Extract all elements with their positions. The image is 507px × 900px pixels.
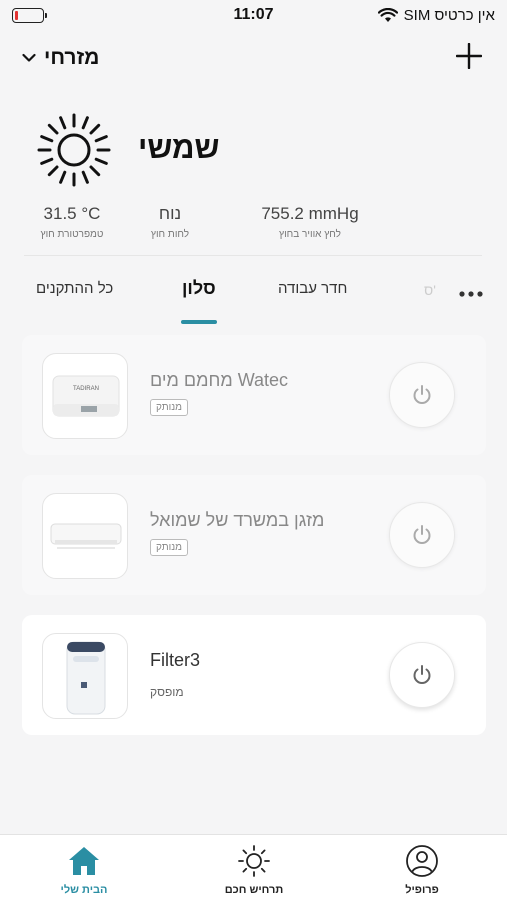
status-bar: 11:07 אין כרטיס SIM — [0, 0, 507, 30]
brand-label: TADIRAN — [73, 386, 99, 392]
nav-icon-wrap — [34, 843, 134, 879]
stat-label: לחץ אוויר בחוץ — [279, 229, 341, 240]
stat-label: טמפרטורת חוץ — [40, 229, 104, 240]
device-card-filter3[interactable]: Filter3 מופסק — [22, 615, 486, 735]
nav-icon-wrap — [204, 843, 304, 879]
device-status-badge: מנותק — [150, 539, 188, 556]
device-thumbnail: TADIRAN — [42, 353, 128, 439]
weather-panel: שמשי — [0, 110, 507, 200]
carrier-label: אין כרטיס SIM — [403, 6, 495, 24]
home-icon — [69, 847, 99, 875]
add-device-button[interactable] — [451, 41, 487, 75]
power-button[interactable] — [389, 362, 455, 428]
air-purifier-image — [66, 641, 106, 715]
profile-icon — [406, 845, 438, 877]
tab-study[interactable]: חדר עבודה — [278, 280, 347, 297]
sun-icon — [37, 113, 111, 187]
more-tabs-button[interactable] — [458, 278, 484, 304]
power-button[interactable] — [389, 642, 455, 708]
wifi-icon — [377, 7, 398, 22]
chevron-down-icon — [22, 53, 36, 62]
active-tab-indicator — [181, 320, 217, 324]
stat-value: נוח — [158, 204, 182, 223]
water-heater-image: TADIRAN — [52, 375, 120, 417]
device-status-badge: מנותק — [150, 399, 188, 416]
air-conditioner-image — [50, 523, 122, 549]
stat-humidity: נוח לחות חוץ — [138, 204, 202, 240]
stat-value: 755.2 mmHg — [261, 204, 359, 223]
nav-icon-wrap — [372, 843, 472, 879]
power-icon — [413, 385, 431, 404]
status-left — [12, 7, 162, 23]
stat-pressure: 755.2 mmHg לחץ אוויר בחוץ — [244, 204, 376, 240]
home-selector[interactable]: מזרחי — [22, 46, 99, 70]
power-icon — [413, 665, 431, 684]
device-name: Filter3 — [150, 650, 201, 670]
device-card-air-conditioner[interactable]: מזגן במשרד של שמואל מנותק — [22, 475, 486, 595]
device-name: מחמם מים Watec — [150, 370, 289, 390]
stat-label: לחות חוץ — [150, 229, 190, 240]
nav-scenes[interactable]: תרחיש חכם — [204, 843, 304, 896]
device-thumbnail — [42, 633, 128, 719]
device-card-water-heater[interactable]: TADIRAN מחמם מים Watec מנותק — [22, 335, 486, 455]
nav-profile[interactable]: פרופיל — [372, 843, 472, 896]
battery-level — [15, 10, 19, 20]
power-icon — [413, 525, 431, 544]
battery-icon — [12, 7, 47, 23]
nav-label: הבית שלי — [60, 884, 108, 896]
nav-label: תרחיש חכם — [224, 884, 284, 896]
device-name: מזגן במשרד של שמואל — [150, 510, 325, 530]
room-tabs: כל ההתקנים סלון חדר עבודה ס' — [0, 272, 507, 324]
home-name: מזרחי — [44, 46, 100, 69]
stat-temperature: 31.5 °C טמפרטורת חוץ — [28, 204, 116, 240]
power-button[interactable] — [389, 502, 455, 568]
nav-home[interactable]: הבית שלי — [34, 843, 134, 896]
plus-icon — [455, 42, 483, 70]
tab-all-devices[interactable]: כל ההתקנים — [36, 280, 113, 297]
weather-condition: שמשי — [138, 130, 220, 165]
app-header: מזרחי — [0, 36, 507, 80]
tab-partial[interactable]: ס' — [424, 282, 436, 298]
status-right: אין כרטיס SIM — [345, 7, 495, 24]
bottom-nav: הבית שלי תרחיש חכם פרופיל — [0, 834, 507, 900]
more-horizontal-icon — [459, 291, 483, 297]
stat-value: 31.5 °C — [43, 204, 101, 223]
divider — [24, 255, 482, 256]
device-thumbnail — [42, 493, 128, 579]
weather-stats: 31.5 °C טמפרטורת חוץ נוח לחות חוץ 755.2 … — [0, 204, 507, 250]
device-status: מופסק — [150, 685, 184, 699]
smart-scene-sun-icon — [238, 845, 270, 877]
status-time: 11:07 — [233, 6, 274, 23]
tab-living-room[interactable]: סלון — [182, 278, 216, 299]
nav-label: פרופיל — [405, 884, 439, 896]
